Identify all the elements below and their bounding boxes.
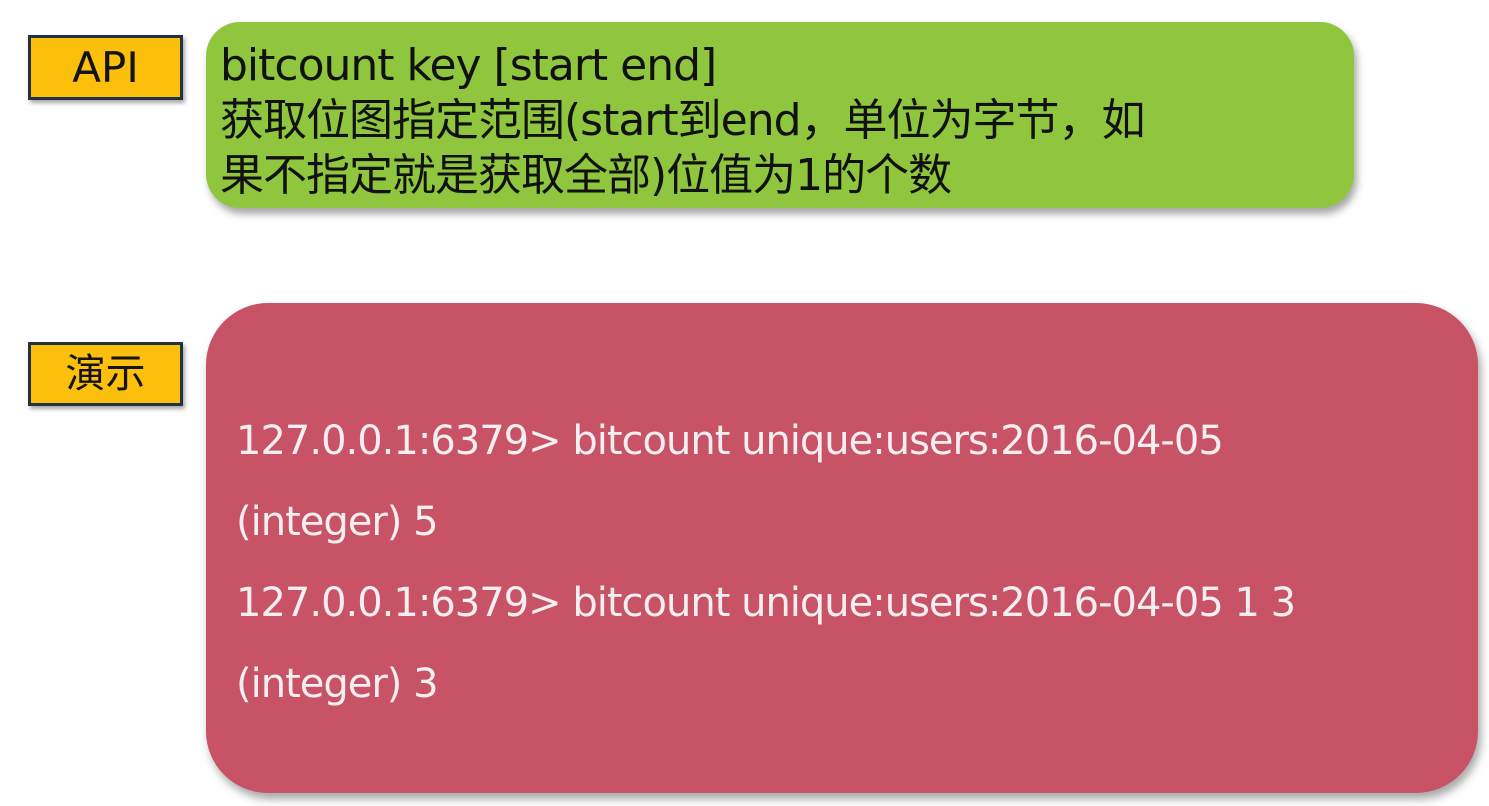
demo-terminal-box: 127.0.0.1:6379> bitcount unique:users:20… <box>206 303 1478 793</box>
terminal-command-1: 127.0.0.1:6379> bitcount unique:users:20… <box>236 418 1224 464</box>
terminal-output-1: (integer) 5 <box>236 499 439 545</box>
api-signature: bitcount key [start end] <box>220 40 717 91</box>
api-description-box: bitcount key [start end] 获取位图指定范围(start到… <box>206 22 1354 208</box>
api-label-tag: API <box>28 35 183 100</box>
demo-label-tag: 演示 <box>28 342 183 406</box>
api-description-line-2: 果不指定就是获取全部)位值为1的个数 <box>220 150 952 201</box>
terminal-output-2: (integer) 3 <box>236 661 439 707</box>
api-description-line-1: 获取位图指定范围(start到end，单位为字节，如 <box>220 95 1146 146</box>
terminal-command-2: 127.0.0.1:6379> bitcount unique:users:20… <box>236 580 1296 626</box>
